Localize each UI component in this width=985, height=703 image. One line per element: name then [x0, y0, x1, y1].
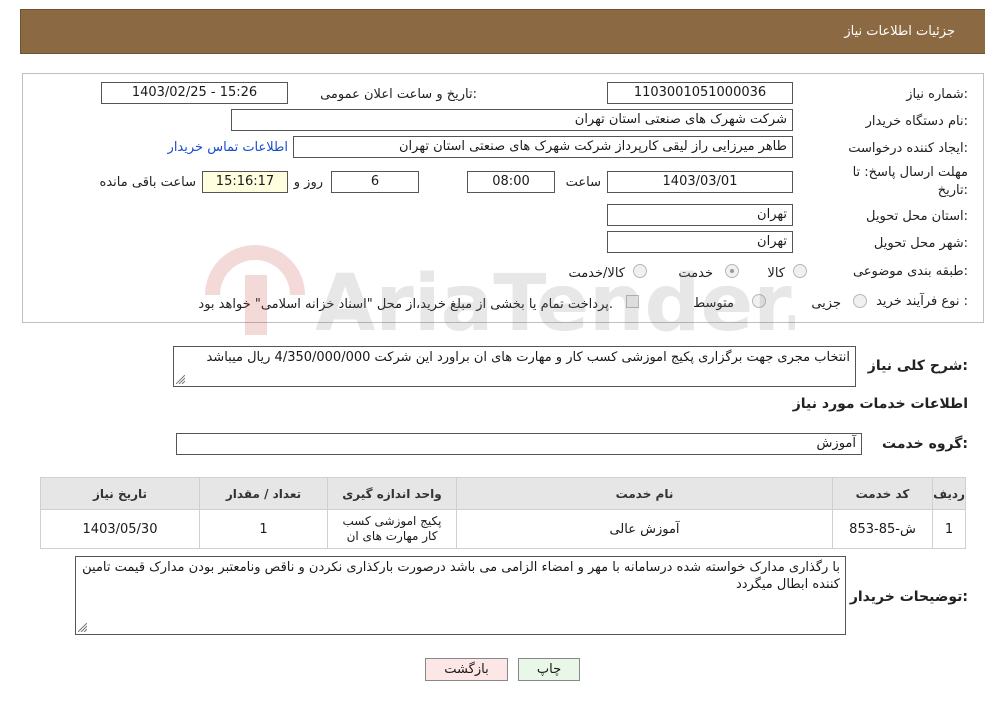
description-textarea[interactable]: انتخاب مجری جهت برگزاری پکیج اموزشی کسب … [173, 346, 856, 387]
announce-datetime-field: 1403/02/25 - 15:26 [101, 82, 288, 104]
purchase-minor-label: جزیی [811, 296, 841, 311]
deadline-label: مهلت ارسال پاسخ: تا [852, 165, 968, 180]
province-field: تهران [607, 204, 793, 226]
resize-grip-icon[interactable] [176, 375, 185, 384]
city-label: شهر محل تحویل: [873, 236, 968, 251]
category-goods-service-radio[interactable] [633, 264, 647, 278]
purchase-minor-radio[interactable] [853, 294, 867, 308]
table-row: 1 ش-85-853 آموزش عالی پکیج اموزشی کسب کا… [40, 509, 966, 549]
deadline-date-field: 1403/03/01 [607, 171, 793, 193]
category-service-radio[interactable] [725, 264, 739, 278]
buyer-notes-label: توضیحات خریدار: [849, 589, 968, 605]
col-date-header: تاریخ نیاز [40, 477, 200, 510]
col-unit-header: واحد اندازه گیری [327, 477, 457, 510]
days-remaining-field: 6 [331, 171, 419, 193]
col-code-header: کد خدمت [832, 477, 933, 510]
category-label: طبقه بندی موضوعی: [852, 264, 968, 279]
remaining-time-label: ساعت باقی مانده [99, 175, 196, 190]
cell-need-date: 1403/05/30 [40, 509, 200, 549]
purchase-type-label: نوع فرآیند خرید : [876, 294, 968, 309]
province-label: استان محل تحویل: [866, 209, 968, 224]
print-button[interactable]: چاپ [518, 658, 580, 681]
treasury-payment-note: پرداخت تمام یا بخشی از مبلغ خرید،از محل … [198, 297, 613, 312]
resize-grip-icon[interactable] [78, 623, 87, 632]
buyer-notes-text: با رگذاری مدارک خواسته شده درسامانه با م… [82, 560, 840, 592]
purchase-medium-radio[interactable] [752, 294, 766, 308]
services-section-title: اطلاعات خدمات مورد نیاز [792, 396, 968, 412]
days-label: روز و [293, 175, 323, 190]
need-number-label: شماره نیاز: [906, 87, 968, 102]
buyer-contact-link[interactable]: اطلاعات تماس خریدار [168, 140, 288, 155]
need-number-field: 1103001051000036 [607, 82, 793, 104]
creator-field: طاهر میرزایی راز لیقی کارپرداز شرکت شهرک… [293, 136, 793, 158]
cell-service-code: ش-85-853 [832, 509, 933, 549]
buyer-org-field: شرکت شهرک های صنعتی استان تهران [231, 109, 793, 131]
description-text: انتخاب مجری جهت برگزاری پکیج اموزشی کسب … [206, 350, 850, 365]
services-table: ردیف کد خدمت نام خدمت واحد اندازه گیری ت… [40, 477, 966, 549]
announce-label: تاریخ و ساعت اعلان عمومی: [320, 87, 477, 102]
cell-service-name: آموزش عالی [456, 509, 833, 549]
page-header: جزئیات اطلاعات نیاز [20, 9, 985, 54]
back-button[interactable]: بازگشت [425, 658, 508, 681]
description-label: شرح کلی نیاز: [867, 358, 968, 374]
category-goods-service-label: کالا/خدمت [568, 266, 625, 281]
deadline-date-label: تاریخ: [937, 183, 968, 198]
col-name-header: نام خدمت [456, 477, 833, 510]
deadline-time-field: 08:00 [467, 171, 555, 193]
service-group-label: گروه خدمت: [882, 436, 968, 452]
buyer-org-label: نام دستگاه خریدار: [865, 114, 968, 129]
category-goods-label: کالا [767, 266, 785, 281]
category-service-label: خدمت [678, 266, 713, 281]
buyer-notes-textarea[interactable]: با رگذاری مدارک خواسته شده درسامانه با م… [75, 556, 846, 635]
deadline-time-label: ساعت [565, 175, 601, 190]
service-group-field: آموزش [176, 433, 862, 455]
col-quantity-header: تعداد / مقدار [199, 477, 328, 510]
cell-unit: پکیج اموزشی کسب کار مهارت های ان [327, 509, 457, 549]
table-header-row: ردیف کد خدمت نام خدمت واحد اندازه گیری ت… [40, 477, 966, 510]
treasury-payment-checkbox[interactable] [626, 295, 639, 308]
page-title: جزئیات اطلاعات نیاز [844, 24, 955, 39]
remaining-time-field: 15:16:17 [202, 171, 288, 193]
cell-row-number: 1 [932, 509, 966, 549]
city-field: تهران [607, 231, 793, 253]
creator-label: ایجاد کننده درخواست: [848, 141, 968, 156]
category-goods-radio[interactable] [793, 264, 807, 278]
col-row-header: ردیف [932, 477, 966, 510]
cell-quantity: 1 [199, 509, 328, 549]
purchase-medium-label: متوسط [693, 296, 734, 311]
